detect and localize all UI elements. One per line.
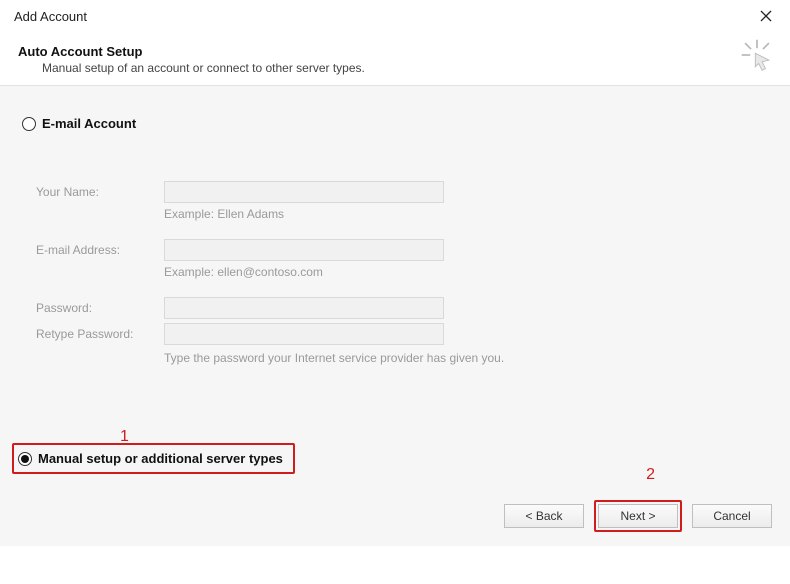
- wizard-footer: < Back Next > Cancel: [504, 500, 772, 532]
- your-name-example: Example: Ellen Adams: [164, 207, 772, 221]
- your-name-label: Your Name:: [36, 185, 164, 199]
- repassword-label: Retype Password:: [36, 327, 164, 341]
- radio-icon: [22, 117, 36, 131]
- email-input: [164, 239, 444, 261]
- wizard-body: E-mail Account Your Name: Example: Ellen…: [0, 86, 790, 546]
- wizard-header: Auto Account Setup Manual setup of an ac…: [0, 32, 790, 86]
- back-button[interactable]: < Back: [504, 504, 584, 528]
- password-label: Password:: [36, 301, 164, 315]
- your-name-input: [164, 181, 444, 203]
- cancel-button[interactable]: Cancel: [692, 504, 772, 528]
- wizard-subheading: Manual setup of an account or connect to…: [42, 61, 772, 75]
- wizard-heading: Auto Account Setup: [18, 44, 772, 59]
- window-title: Add Account: [14, 9, 87, 24]
- password-hint: Type the password your Internet service …: [164, 351, 772, 365]
- repassword-input: [164, 323, 444, 345]
- password-input: [164, 297, 444, 319]
- manual-setup-highlight: Manual setup or additional server types: [12, 443, 295, 474]
- email-label: E-mail Address:: [36, 243, 164, 257]
- cursor-sparkle-icon: [740, 38, 774, 72]
- next-button-highlight: Next >: [594, 500, 682, 532]
- radio-email-account-label: E-mail Account: [42, 116, 136, 131]
- close-icon: [760, 10, 772, 22]
- radio-manual-setup[interactable]: Manual setup or additional server types: [12, 443, 295, 474]
- radio-manual-setup-label: Manual setup or additional server types: [38, 451, 283, 466]
- callout-number-2: 2: [646, 466, 655, 484]
- next-button[interactable]: Next >: [598, 504, 678, 528]
- radio-icon: [18, 452, 32, 466]
- radio-email-account[interactable]: E-mail Account: [22, 116, 772, 131]
- close-button[interactable]: [752, 2, 780, 30]
- title-bar: Add Account: [0, 0, 790, 32]
- email-account-fields: Your Name: Example: Ellen Adams E-mail A…: [36, 181, 772, 365]
- email-example: Example: ellen@contoso.com: [164, 265, 772, 279]
